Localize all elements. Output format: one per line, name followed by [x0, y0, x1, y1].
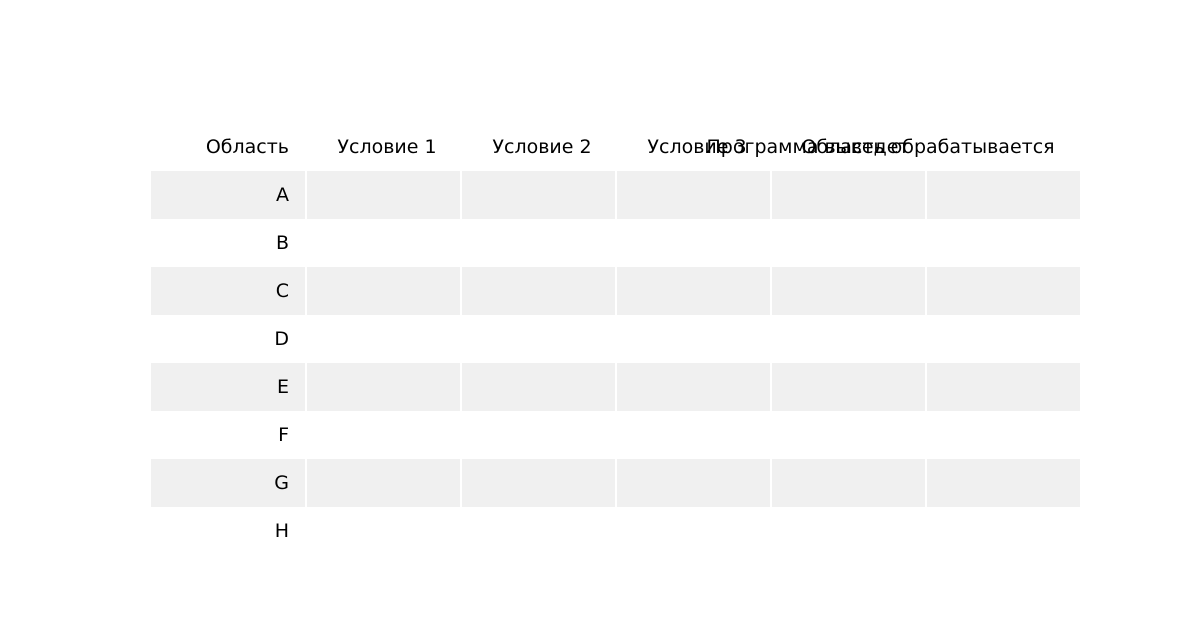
- table-cell: [615, 219, 768, 267]
- table-cell: [460, 171, 615, 219]
- table-cell: [615, 267, 770, 315]
- table-cell: [925, 411, 1078, 459]
- table-cell: [460, 363, 615, 411]
- row-label: G: [274, 472, 289, 494]
- table-cell: [460, 411, 613, 459]
- table-cell: [305, 315, 458, 363]
- table-cell: [925, 459, 1080, 507]
- table-cell: [460, 267, 615, 315]
- table-cell: [615, 315, 768, 363]
- table-cell: [460, 315, 613, 363]
- table-row: F: [151, 411, 1080, 459]
- table-cell: [460, 219, 613, 267]
- column-header-condition-2: Условие 2: [492, 136, 592, 158]
- column-header-area: Область: [205, 136, 289, 158]
- table-row: C: [151, 267, 1080, 315]
- row-label: A: [276, 184, 289, 206]
- table-cell: [770, 219, 923, 267]
- table-cell: [305, 267, 460, 315]
- column-header-area-processed: Область обрабатывается: [801, 136, 1055, 158]
- table-row: A: [151, 171, 1080, 219]
- table-cell: [770, 171, 925, 219]
- table-cell: [925, 219, 1078, 267]
- table-cell: [925, 267, 1080, 315]
- table-cell: [305, 171, 460, 219]
- table-row: G: [151, 459, 1080, 507]
- table-cell: [615, 507, 768, 555]
- table-cell: [770, 363, 925, 411]
- table-cell: [305, 219, 458, 267]
- table-cell: [770, 267, 925, 315]
- table-row: D: [151, 315, 1080, 363]
- row-label: H: [274, 520, 289, 542]
- table-cell: [770, 459, 925, 507]
- row-label: E: [276, 376, 289, 398]
- table-cell: [460, 459, 615, 507]
- table-cell: [615, 459, 770, 507]
- table-cell: [305, 507, 458, 555]
- table-row: H: [151, 507, 1080, 555]
- row-label: C: [275, 280, 289, 302]
- row-label: F: [278, 424, 289, 446]
- table-cell: [770, 315, 923, 363]
- table-cell: [305, 363, 460, 411]
- table-cell: [925, 363, 1080, 411]
- table-cell: [770, 411, 923, 459]
- table-cell: [615, 411, 768, 459]
- table-cell: [770, 507, 923, 555]
- table-row: B: [151, 219, 1080, 267]
- row-label: B: [275, 232, 289, 254]
- table-row: E: [151, 363, 1080, 411]
- table-cell: [925, 507, 1078, 555]
- table-cell: [305, 459, 460, 507]
- column-header-condition-1: Условие 1: [337, 136, 437, 158]
- table-cell: [925, 315, 1078, 363]
- table-cell: [305, 411, 458, 459]
- table-header: Область Условие 1 Условие 2 Условие 3 Пр…: [0, 0, 1200, 171]
- table-cell: [460, 507, 613, 555]
- row-label: D: [274, 328, 289, 350]
- table-cell: [925, 171, 1080, 219]
- table-cell: [615, 363, 770, 411]
- table-cell: [615, 171, 770, 219]
